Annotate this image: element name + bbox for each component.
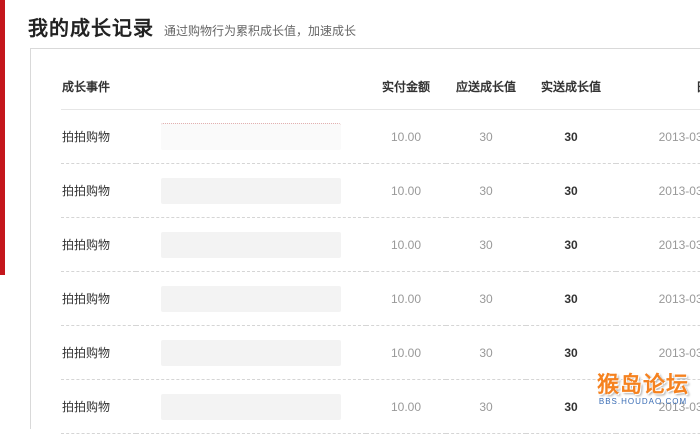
forum-watermark-logo: 猴岛论坛 BBS.HOUDAO.COM <box>594 367 692 411</box>
row-date: 2013-03-03 <box>616 217 700 272</box>
table-header-row: 成长事件 实付金额 应送成长值 实送成长值 日期 <box>61 63 700 110</box>
page-subtitle: 通过购物行为累积成长值，加速成长 <box>164 24 357 38</box>
page-header: 我的成长记录 通过购物行为累积成长值，加速成长 <box>28 12 700 42</box>
row-redacted-detail <box>136 379 366 434</box>
row-actual-growth: 30 <box>526 109 616 164</box>
row-actual-growth: 30 <box>526 271 616 326</box>
left-accent-bar <box>0 0 5 275</box>
row-actual-growth: 30 <box>526 163 616 218</box>
row-paid-amount: 10.00 <box>366 217 446 272</box>
page-title: 我的成长记录 <box>28 18 154 40</box>
row-due-growth: 30 <box>446 217 526 272</box>
redacted-block <box>161 393 341 420</box>
redacted-block <box>161 339 341 366</box>
column-header-event: 成长事件 <box>61 63 136 110</box>
row-paid-amount: 10.00 <box>366 325 446 380</box>
row-date: 2013-03-03 <box>616 109 700 164</box>
row-paid-amount: 10.00 <box>366 271 446 326</box>
table-row: 拍拍购物10.0030302013-03-03 <box>61 271 700 326</box>
redacted-block <box>161 231 341 258</box>
table-row: 拍拍购物10.0030302013-03-03 <box>61 163 700 218</box>
row-due-growth: 30 <box>446 325 526 380</box>
row-date: 2013-03-03 <box>616 163 700 218</box>
row-due-growth: 30 <box>446 109 526 164</box>
column-header-actual-growth: 实送成长值 <box>526 63 616 110</box>
row-actual-growth: 30 <box>526 217 616 272</box>
row-paid-amount: 10.00 <box>366 379 446 434</box>
watermark-main-text: 猴岛论坛 <box>596 372 689 397</box>
row-paid-amount: 10.00 <box>366 109 446 164</box>
row-event: 拍拍购物 <box>61 163 136 218</box>
watermark-sub-text: BBS.HOUDAO.COM <box>598 397 688 406</box>
column-header-paid-amount: 实付金额 <box>366 63 446 110</box>
row-redacted-detail <box>136 217 366 272</box>
row-due-growth: 30 <box>446 379 526 434</box>
column-header-detail <box>136 63 366 110</box>
redacted-block <box>161 177 341 204</box>
row-event: 拍拍购物 <box>61 325 136 380</box>
redacted-block <box>161 123 341 150</box>
redacted-block <box>161 285 341 312</box>
row-due-growth: 30 <box>446 163 526 218</box>
row-redacted-detail <box>136 163 366 218</box>
row-event: 拍拍购物 <box>61 379 136 434</box>
column-header-date: 日期 <box>616 63 700 110</box>
row-redacted-detail <box>136 325 366 380</box>
row-event: 拍拍购物 <box>61 217 136 272</box>
row-event: 拍拍购物 <box>61 109 136 164</box>
column-header-due-growth: 应送成长值 <box>446 63 526 110</box>
row-paid-amount: 10.00 <box>366 163 446 218</box>
row-event: 拍拍购物 <box>61 271 136 326</box>
row-date: 2013-03-03 <box>616 271 700 326</box>
row-due-growth: 30 <box>446 271 526 326</box>
row-redacted-detail <box>136 109 366 164</box>
table-row: 拍拍购物10.0030302013-03-03 <box>61 217 700 272</box>
row-redacted-detail <box>136 271 366 326</box>
table-row: 拍拍购物10.0030302013-03-03 <box>61 109 700 164</box>
